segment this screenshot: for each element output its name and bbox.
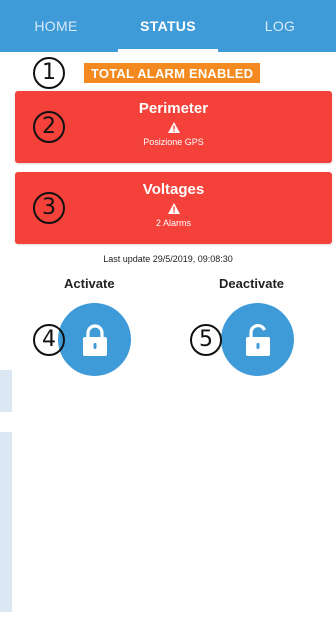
- tab-bar: HOME STATUS LOG: [0, 0, 336, 52]
- lock-open-icon: [245, 323, 270, 356]
- tab-log[interactable]: LOG: [224, 0, 336, 52]
- card-subtitle: Posizione GPS: [143, 137, 204, 147]
- card-title: Voltages: [142, 181, 205, 198]
- deactivate-button[interactable]: [221, 303, 294, 376]
- callout-2: 2: [33, 111, 65, 143]
- callout-4: 4: [33, 324, 65, 356]
- background-strip: [0, 370, 12, 412]
- callout-3: 3: [33, 192, 65, 224]
- last-update-text: Last update 29/5/2019, 09:08:30: [103, 254, 233, 264]
- deactivate-label: Deactivate: [219, 276, 285, 291]
- tab-home[interactable]: HOME: [0, 0, 112, 52]
- warning-icon: [167, 203, 180, 214]
- alarm-status-badge: TOTAL ALARM ENABLED: [84, 63, 261, 83]
- warning-icon: [167, 122, 180, 133]
- card-subtitle: 2 Alarms: [155, 218, 191, 228]
- lock-closed-icon: [82, 323, 107, 356]
- tab-status[interactable]: STATUS: [112, 0, 224, 52]
- status-screen: HOME STATUS LOG 1 TOTAL ALARM ENABLED Pe…: [0, 0, 336, 643]
- callout-1: 1: [33, 57, 65, 89]
- callout-5: 5: [190, 324, 222, 356]
- background-strip: [0, 432, 12, 612]
- card-title: Perimeter: [138, 100, 209, 117]
- activate-label: Activate: [64, 276, 115, 291]
- activate-button[interactable]: [58, 303, 131, 376]
